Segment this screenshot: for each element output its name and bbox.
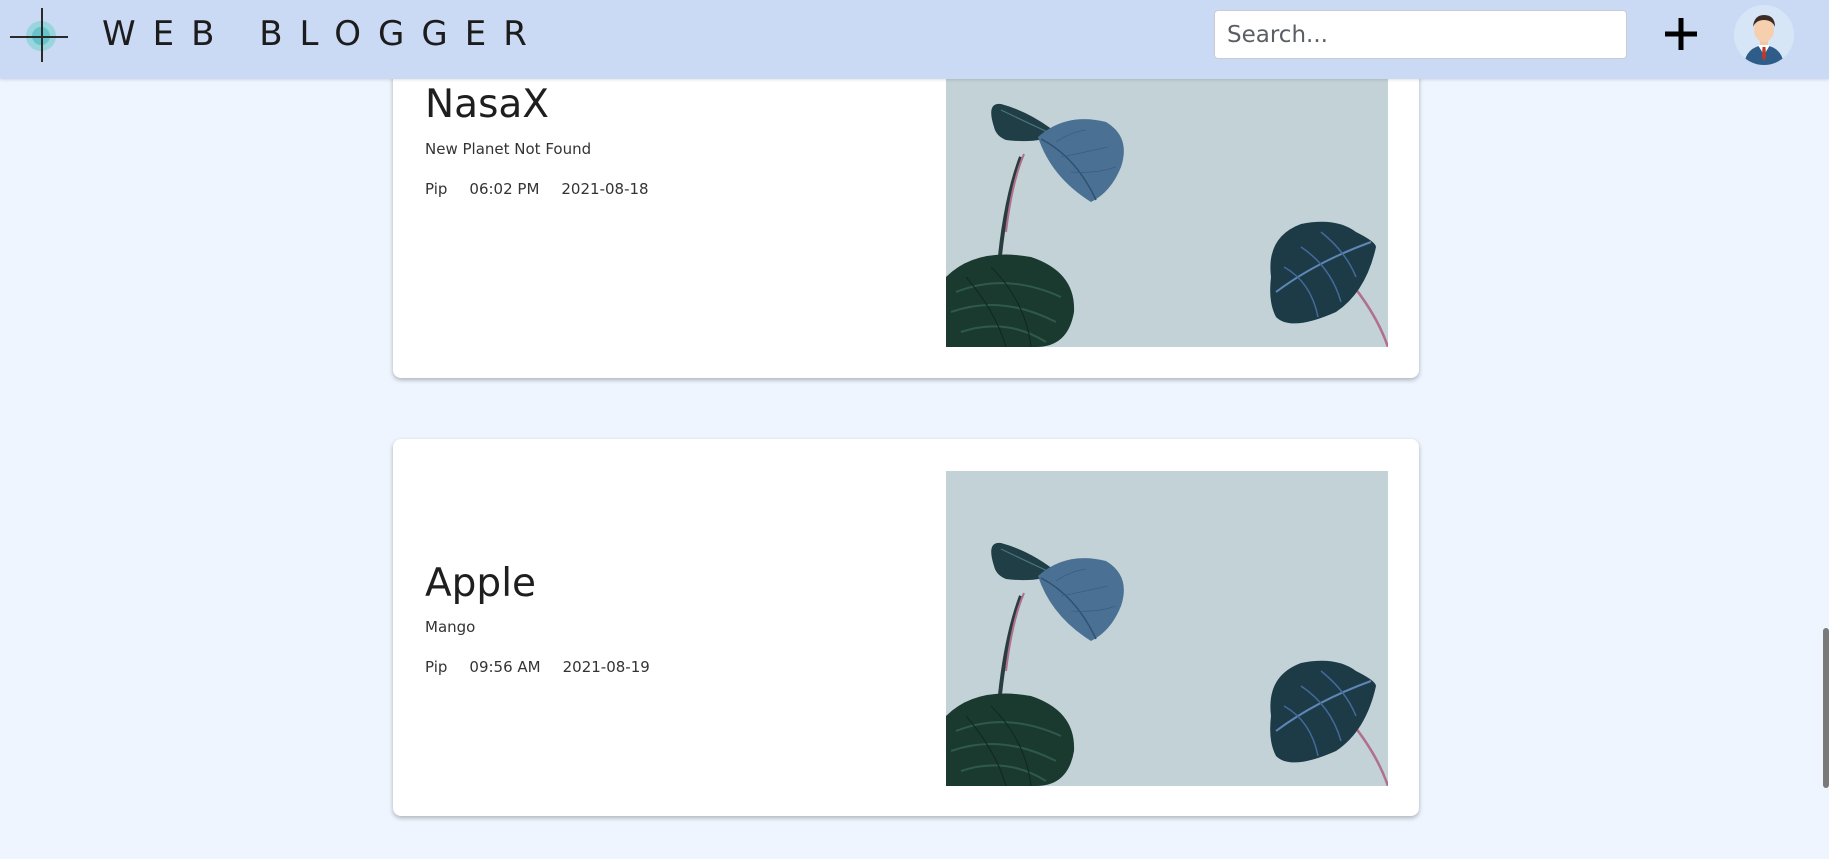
- post-image[interactable]: [946, 471, 1388, 786]
- post-date: 2021-08-19: [562, 658, 650, 676]
- post-card[interactable]: Apple Mango Pip 09:56 AM 2021-08-19: [393, 439, 1419, 816]
- post-time: 06:02 PM: [469, 180, 540, 198]
- brand-title[interactable]: WEB BLOGGER: [102, 14, 544, 54]
- post-date: 2021-08-18: [561, 180, 649, 198]
- post-subtitle: Mango: [425, 618, 476, 636]
- post-subtitle: New Planet Not Found: [425, 140, 592, 158]
- post-meta: Pip 06:02 PM 2021-08-18: [425, 180, 649, 198]
- post-title[interactable]: NasaX: [425, 82, 549, 127]
- post-author: Pip: [425, 180, 448, 198]
- plus-icon: [1665, 18, 1697, 50]
- top-navbar: WEB BLOGGER: [0, 0, 1829, 79]
- crosshair-logo-icon[interactable]: [8, 6, 70, 64]
- search-input[interactable]: [1214, 10, 1627, 59]
- user-avatar-icon: [1734, 5, 1794, 65]
- post-time: 09:56 AM: [469, 658, 541, 676]
- post-author: Pip: [425, 658, 448, 676]
- post-meta: Pip 09:56 AM 2021-08-19: [425, 658, 650, 676]
- add-post-button[interactable]: [1660, 13, 1702, 55]
- page-scrollbar-thumb[interactable]: [1823, 628, 1829, 788]
- plant-leaves-image: [946, 471, 1388, 786]
- post-title[interactable]: Apple: [425, 561, 536, 606]
- user-avatar[interactable]: [1734, 5, 1794, 65]
